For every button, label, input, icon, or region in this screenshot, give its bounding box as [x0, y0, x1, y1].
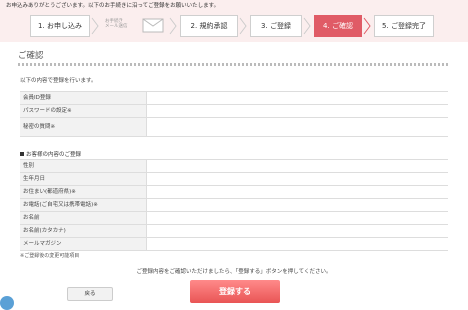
step-arrow-icon [303, 17, 311, 35]
table-row: お名前 [20, 212, 448, 225]
row-label: メールマガジン [20, 238, 147, 250]
square-bullet-icon [20, 152, 24, 156]
step-arrow-icon [239, 17, 247, 35]
table-row: 秘密の質問※ [20, 118, 448, 137]
row-value [147, 225, 448, 237]
row-value [147, 212, 448, 224]
row-value [147, 186, 448, 198]
row-value [147, 173, 448, 185]
step-terms: 2. 規約承認 [180, 15, 238, 37]
row-label: お名前(カタカナ) [20, 225, 147, 237]
lead-text: 以下の内容で登録を行います。 [20, 78, 97, 84]
row-label: 性別 [20, 160, 147, 172]
row-label: 秘密の質問※ [20, 118, 147, 136]
row-label: 生年月日 [20, 173, 147, 185]
corner-widget-icon [0, 296, 14, 310]
row-label: パスワードの設定※ [20, 105, 147, 117]
row-label: お住まい(都道府県)※ [20, 186, 147, 198]
page-title: ご確認 [18, 51, 44, 61]
intro-text: お申込みありがとうございます。以下のお手続きに沿ってご登録をお願いいたします。 [6, 3, 220, 9]
row-label: お電話(ご自宅又は携帯電話)※ [20, 199, 147, 211]
table-row: 性別 [20, 160, 448, 173]
register-button[interactable]: 登録する [190, 280, 280, 303]
step-arrow-icon [169, 17, 177, 35]
row-value [147, 238, 448, 250]
mail-note: お手続き メール送信 [105, 19, 128, 29]
customer-table: 性別 生年月日 お住まい(都道府県)※ お電話(ご自宅又は携帯電話)※ お名前 … [20, 159, 448, 251]
row-value [147, 199, 448, 211]
table-row: 会員ID登録 [20, 92, 448, 105]
step-apply: 1. お申し込み [30, 15, 90, 37]
footnote: ※ご登録後の変更可能項目 [20, 253, 80, 259]
table-row: メールマガジン [20, 238, 448, 251]
account-table: 会員ID登録 パスワードの設定※ 秘密の質問※ [20, 91, 448, 137]
title-divider [18, 63, 448, 66]
row-label: 会員ID登録 [20, 92, 147, 104]
confirm-instruction: ご登録内容をご確認いただけましたら、「登録する」ボタンを押してください。 [136, 269, 332, 275]
section-title-text: お客様の内容のご登録 [26, 152, 82, 158]
step-confirm-active: 4. ご確認 [314, 15, 362, 37]
back-button[interactable]: 戻る [67, 287, 113, 301]
step-complete: 5. ご登録完了 [374, 15, 434, 37]
row-value [147, 105, 448, 117]
mail-icon [142, 18, 164, 33]
row-value [147, 118, 448, 136]
table-row: お電話(ご自宅又は携帯電話)※ [20, 199, 448, 212]
step-arrow-icon [91, 17, 99, 35]
customer-section-title: お客様の内容のご登録 [20, 150, 81, 158]
table-row: お名前(カタカナ) [20, 225, 448, 238]
row-value [147, 160, 448, 172]
step-register: 3. ご登録 [250, 15, 302, 37]
row-label: お名前 [20, 212, 147, 224]
table-row: お住まい(都道府県)※ [20, 186, 448, 199]
row-value [147, 92, 448, 104]
step-arrow-icon [363, 17, 371, 35]
table-row: 生年月日 [20, 173, 448, 186]
table-row: パスワードの設定※ [20, 105, 448, 118]
